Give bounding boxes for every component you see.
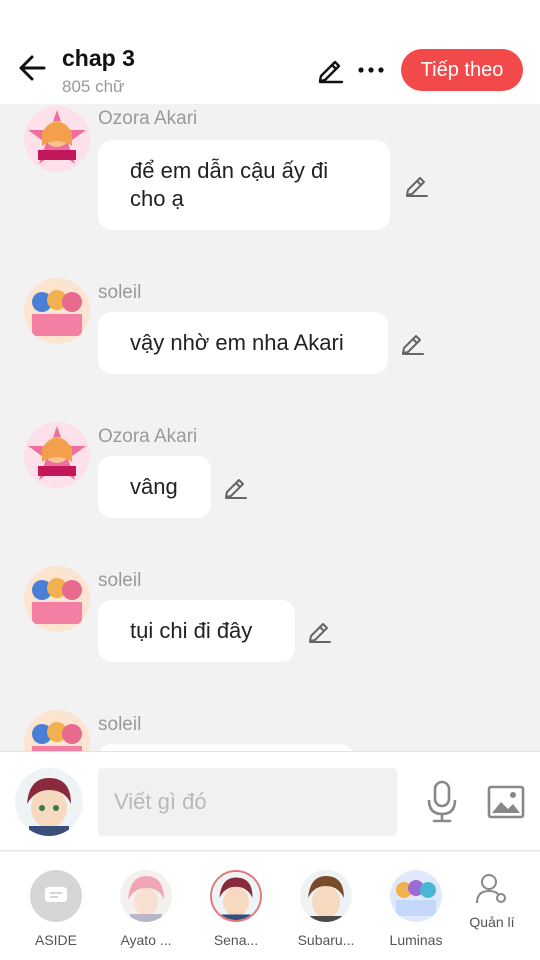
word-count: 805 chữ [62,77,125,96]
message-text-line: cho ạ [130,186,184,211]
avatar[interactable] [24,422,90,488]
more-button[interactable] [354,54,388,86]
message-bubble[interactable]: vâng [98,456,211,518]
avatar [120,870,172,922]
sender-name: Ozora Akari [98,426,198,447]
aside-icon-circle [30,870,82,922]
character-label: Quản lí [469,914,515,930]
character-label: Subaru... [297,932,355,948]
avatar[interactable] [24,278,90,344]
header: chap 3 805 chữ Tiếp theo [0,0,540,104]
page-title: chap 3 [62,45,135,71]
character-item-luminas[interactable]: Luminas [376,870,456,948]
pencil-icon[interactable] [404,172,430,198]
chat-bubble-icon [45,887,67,902]
message-input[interactable] [98,768,397,836]
avatar[interactable] [24,106,90,172]
character-avatar-image [300,870,352,922]
composer [0,751,540,851]
edit-button[interactable] [314,54,348,86]
chat-area[interactable]: Ozora Akari để em dẫn cậu ấy đi cho ạ so… [0,104,540,751]
avatar [390,870,442,922]
character-label: Luminas [389,932,443,948]
sender-name: soleil [98,570,142,591]
character-label: ASIDE [34,932,77,948]
character-item-subaru[interactable]: Subaru... [286,870,366,948]
message-bubble[interactable]: để em dẫn cậu ấy đi cho ạ [98,140,390,230]
character-avatar-image [212,872,260,920]
avatar [210,870,262,922]
character-bar: ASIDE Ayato ... Sena... Subaru... Lumina… [0,852,540,960]
avatar[interactable] [24,566,90,632]
sender-name: soleil [98,282,142,303]
microphone-icon[interactable] [424,780,460,824]
character-item-aside[interactable]: ASIDE [16,870,96,948]
character-label: Ayato ... [120,932,172,948]
arrow-left-icon [19,55,46,81]
group-avatar-image [390,870,442,922]
pencil-icon[interactable] [400,330,426,356]
user-settings-icon [476,874,506,904]
group-avatar-image [24,566,90,632]
message-bubble[interactable]: tụi chi đi đây [98,600,295,662]
more-dots-icon [358,67,384,73]
next-chapter-button[interactable]: Tiếp theo [401,49,523,91]
image-icon[interactable] [486,782,526,822]
group-avatar-image [24,278,90,344]
message-bubble[interactable]: vậy nhờ em nha Akari [98,312,388,374]
character-avatar-image [24,422,90,488]
character-item-sena[interactable]: Sena... [196,870,276,948]
character-avatar-image [15,768,83,836]
pencil-icon[interactable] [223,474,249,500]
avatar[interactable] [24,710,90,751]
sender-name: soleil [98,714,142,735]
avatar [300,870,352,922]
character-avatar-image [120,870,172,922]
character-avatar-image [24,106,90,172]
message-text-line: để em dẫn cậu ấy đi [130,158,329,183]
pencil-icon [318,60,344,84]
message-bubble[interactable] [98,744,354,751]
pencil-icon[interactable] [307,618,333,644]
sender-name: Ozora Akari [98,108,198,129]
back-button[interactable] [14,50,50,86]
manage-button[interactable]: Quản lí [452,872,532,930]
character-label: Sena... [213,932,259,948]
character-item-ayato[interactable]: Ayato ... [106,870,186,948]
group-avatar-image [24,710,90,751]
current-character-avatar[interactable] [15,768,83,836]
